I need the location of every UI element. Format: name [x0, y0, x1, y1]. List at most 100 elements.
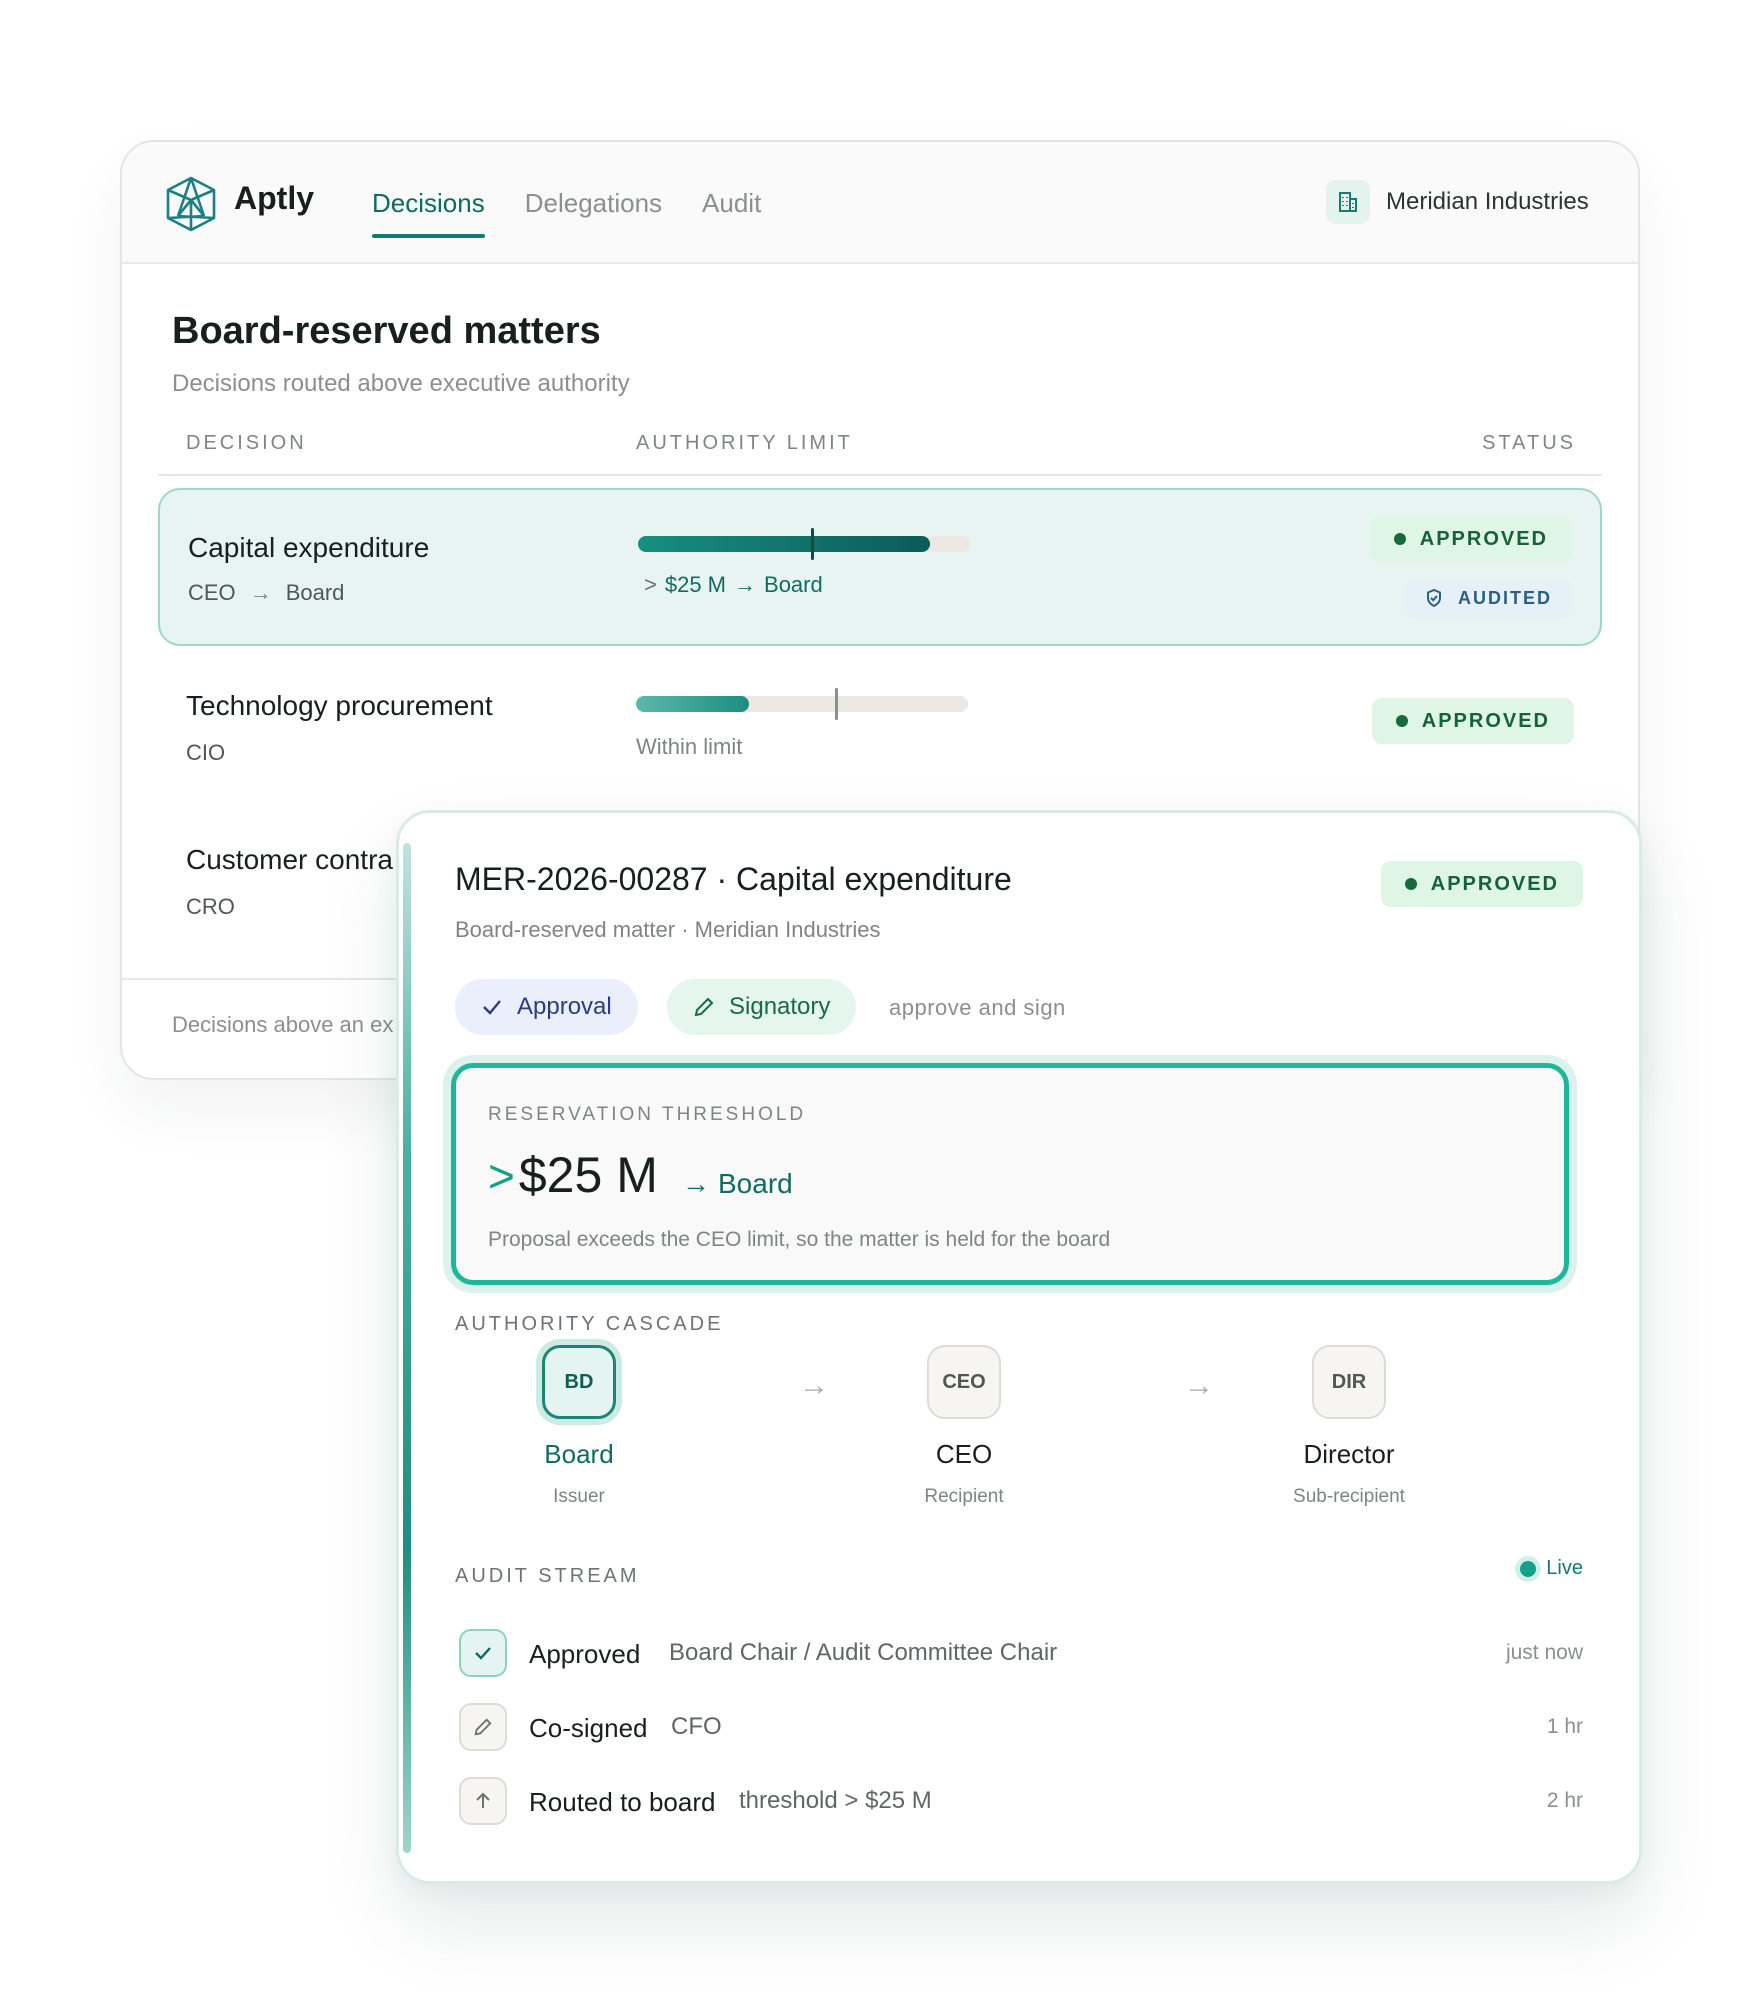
tab-delegations[interactable]: Delegations: [525, 142, 662, 264]
column-header-limit: AUTHORITY LIMIT: [636, 432, 853, 454]
authority-bar: [636, 688, 968, 720]
cascade-label: AUTHORITY CASCADE: [455, 1313, 724, 1335]
audit-event[interactable]: Routed to board threshold > $25 M 2 hr: [455, 1777, 1583, 1829]
page-subtitle: Decisions routed above executive authori…: [172, 370, 630, 397]
event-actor: threshold > $25 M: [739, 1787, 932, 1814]
limit-amount: $25 M: [664, 572, 727, 597]
audit-stream-label: AUDIT STREAM: [455, 1565, 640, 1587]
event-time: 1 hr: [1546, 1715, 1583, 1738]
footer-note: Decisions above an ex: [172, 1012, 394, 1037]
arrow-up-icon: [459, 1777, 507, 1825]
node-abbr: DIR: [1312, 1345, 1386, 1419]
arrow-right-icon: →: [682, 1168, 710, 1199]
live-dot-icon: [1520, 1560, 1537, 1577]
row-title: Capital expenditure: [188, 532, 430, 563]
arrow-right-icon: →: [734, 572, 757, 597]
chip-note: approve and sign: [889, 995, 1066, 1020]
row-route: CRO: [186, 894, 235, 920]
event-time: 2 hr: [1546, 1789, 1583, 1812]
node-abbr: CEO: [927, 1345, 1001, 1419]
status-badge-approved: APPROVED: [1369, 516, 1572, 562]
arrow-right-icon: →: [249, 580, 272, 605]
live-indicator: Live: [1520, 1557, 1583, 1580]
audit-event[interactable]: Approved Board Chair / Audit Committee C…: [455, 1629, 1583, 1681]
authority-bar-fill: [638, 536, 931, 552]
brand-name: Aptly: [234, 180, 314, 216]
event-title: Routed to board: [529, 1787, 716, 1817]
audit-event[interactable]: Co-signed CFO 1 hr: [455, 1703, 1583, 1755]
limit-label: Within limit: [636, 734, 743, 759]
cascade-node-ceo[interactable]: CEO CEO Recipient: [864, 1345, 1064, 1508]
authority-bar: [638, 528, 970, 560]
reservation-threshold-card: RESERVATION THRESHOLD > $25 M → Board Pr…: [451, 1063, 1569, 1285]
detail-subtitle: Board-reserved matter · Meridian Industr…: [455, 917, 881, 942]
pencil-icon: [459, 1703, 507, 1751]
node-name: CEO: [935, 1439, 993, 1469]
table-row-capital-expenditure[interactable]: Capital expenditure CEO → Board > $25 M …: [158, 488, 1602, 646]
event-actor: Board Chair / Audit Committee Chair: [669, 1639, 1058, 1666]
row-route: CIO: [186, 740, 225, 766]
decision-detail-panel: MER-2026-00287 · Capital expenditure Boa…: [396, 810, 1642, 1884]
top-bar: Aptly Decisions Delegations Audit Meridi…: [122, 142, 1638, 264]
event-title: Co-signed: [529, 1713, 648, 1743]
route-from: CRO: [186, 894, 235, 919]
cascade-node-board[interactable]: BD Board Issuer: [479, 1345, 679, 1508]
event-actor: CFO: [671, 1713, 722, 1740]
approval-chip[interactable]: Approval: [455, 979, 638, 1035]
status-dot-icon: [1395, 715, 1408, 727]
arrow-right-icon: →: [1184, 1369, 1214, 1402]
threshold-label: RESERVATION THRESHOLD: [488, 1104, 807, 1125]
detail-title: MER-2026-00287 · Capital expenditure: [455, 861, 1012, 897]
column-header-status: STATUS: [1482, 432, 1576, 454]
route-from: CEO: [188, 580, 236, 605]
status-text: APPROVED: [1419, 527, 1548, 550]
authority-bar-fill: [636, 696, 749, 712]
row-title: Technology procurement: [186, 690, 493, 721]
arrow-right-icon: →: [799, 1369, 829, 1402]
column-header-decision: DECISION: [186, 432, 307, 454]
check-icon: [459, 1629, 507, 1677]
building-icon[interactable]: [1326, 180, 1370, 224]
tab-audit[interactable]: Audit: [702, 142, 761, 264]
divider: [158, 474, 1602, 476]
status-text: APPROVED: [1421, 709, 1550, 732]
status-dot-icon: [1393, 533, 1406, 545]
limit-prefix: >: [644, 572, 657, 597]
node-name: Board: [544, 1439, 614, 1469]
node-role: Issuer: [553, 1486, 605, 1507]
cascade-node-director[interactable]: DIR Director Sub-recipient: [1249, 1345, 1449, 1508]
limit-target: Board: [764, 572, 823, 597]
live-text: Live: [1546, 1557, 1583, 1579]
threshold-value: $25 M: [518, 1147, 658, 1203]
event-time: just now: [1505, 1641, 1583, 1664]
accent-bar: [403, 843, 411, 1853]
org-switcher[interactable]: Meridian Industries: [1386, 188, 1589, 216]
node-name: Director: [1303, 1439, 1395, 1469]
authority-bar-tick: [835, 688, 839, 720]
limit-label: > $25 M → Board: [644, 572, 823, 598]
row-route: CEO → Board: [188, 580, 344, 606]
status-badge-approved: APPROVED: [1371, 698, 1574, 744]
table-row-technology-procurement[interactable]: Technology procurement CIO Within limit …: [158, 650, 1602, 808]
check-icon: [483, 1000, 501, 1015]
status-text: APPROVED: [1430, 872, 1559, 895]
approval-chip-label: Approval: [517, 993, 612, 1020]
tab-decisions[interactable]: Decisions: [372, 142, 485, 264]
logo-icon: [166, 176, 216, 232]
status-dot-icon: [1404, 878, 1417, 890]
node-role: Sub-recipient: [1293, 1486, 1405, 1507]
route-from: CIO: [186, 740, 226, 765]
audited-text: AUDITED: [1458, 587, 1552, 608]
status-badge-approved: APPROVED: [1380, 861, 1583, 907]
threshold-target: Board: [718, 1168, 793, 1199]
signatory-chip-label: Signatory: [729, 993, 831, 1020]
audited-badge: AUDITED: [1404, 578, 1572, 618]
event-title: Approved: [529, 1639, 641, 1669]
main-nav: Decisions Delegations Audit: [372, 142, 761, 264]
authority-bar-tick: [810, 528, 814, 560]
shield-check-icon: [1427, 588, 1441, 608]
row-title: Customer contra: [186, 844, 393, 875]
node-abbr: BD: [542, 1345, 616, 1419]
page-title: Board-reserved matters: [172, 310, 601, 352]
signatory-chip[interactable]: Signatory: [667, 979, 857, 1035]
